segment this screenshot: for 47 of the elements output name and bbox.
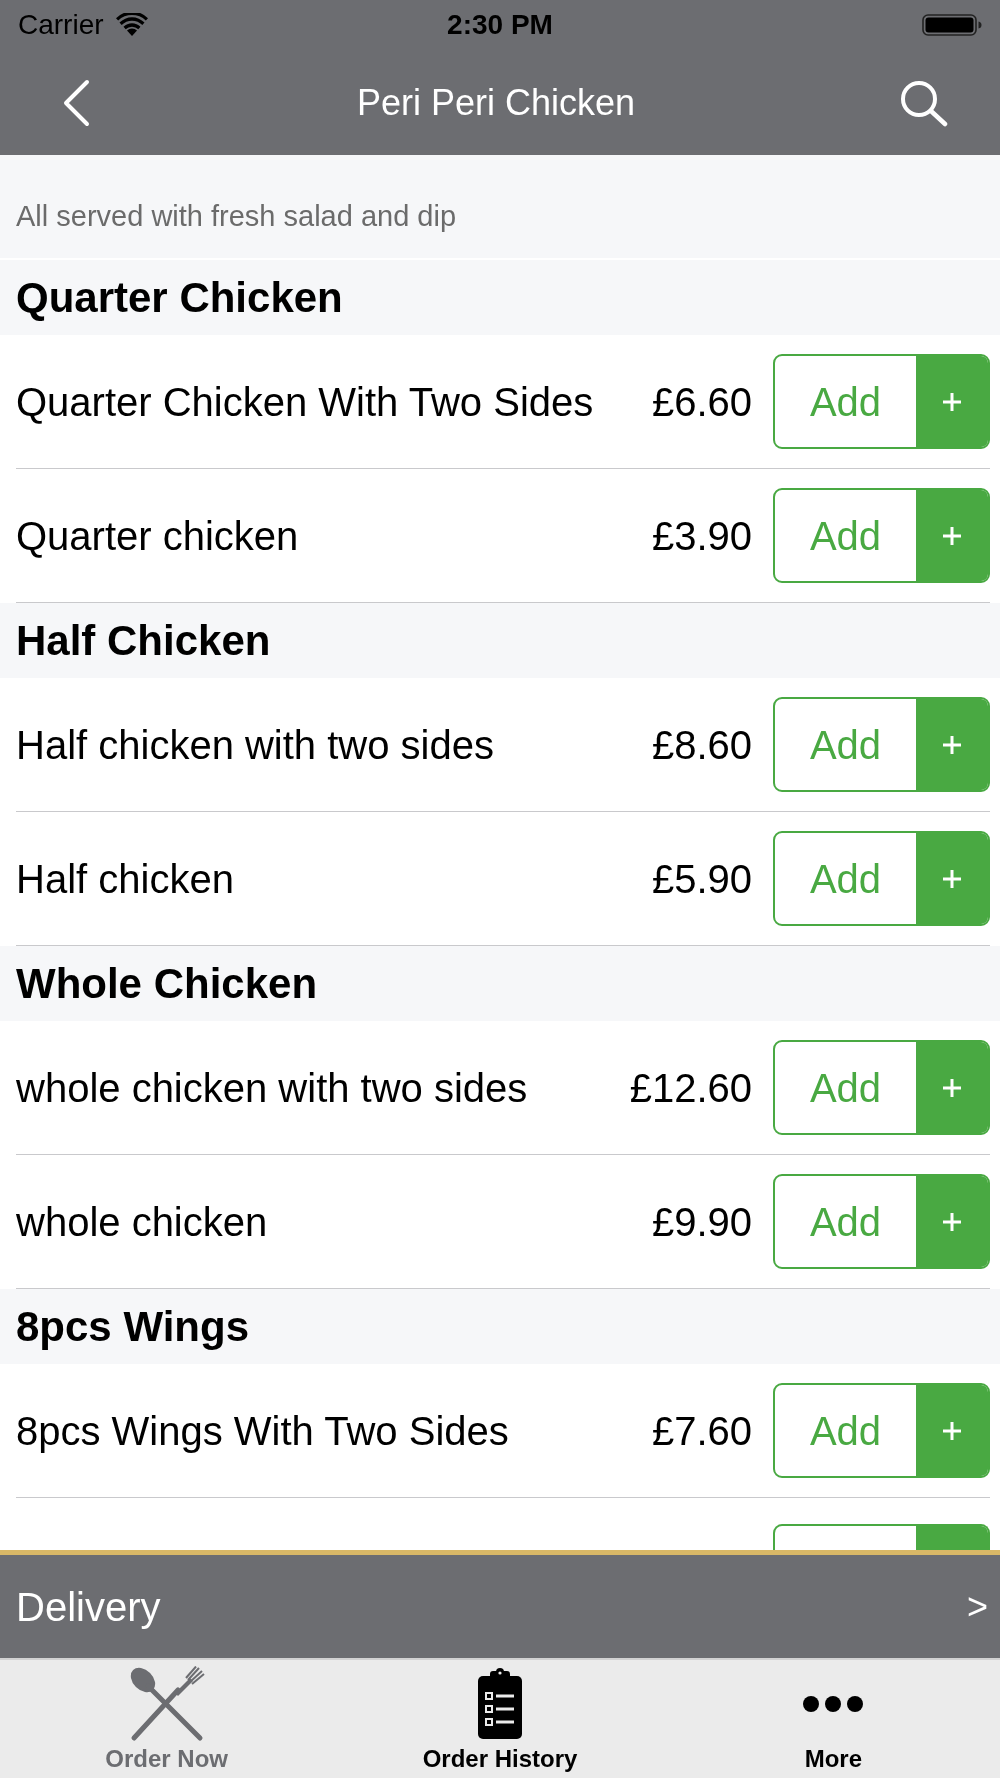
wifi-icon <box>115 13 148 37</box>
tab-bar-item[interactable]: Order Now <box>0 1660 334 1778</box>
item-price: £5.90 <box>651 855 752 903</box>
add-button[interactable]: Add <box>773 488 990 583</box>
battery-icon <box>922 14 982 36</box>
add-button[interactable]: Add <box>773 1383 990 1478</box>
clipboard-list-icon <box>476 1668 524 1740</box>
tab-bar-item[interactable]: More <box>666 1660 1000 1778</box>
add-button[interactable]: Add <box>773 1174 990 1269</box>
item-price: £6.60 <box>651 378 752 426</box>
back-chevron-icon <box>61 78 91 127</box>
item-name: Quarter chicken <box>16 512 300 560</box>
carrier-label: Carrier <box>18 8 104 42</box>
more-dots-icon <box>803 1696 864 1712</box>
item-name: whole chicken <box>16 1198 269 1246</box>
add-button[interactable]: Add <box>773 831 990 926</box>
tab-bar-item[interactable]: Order History <box>333 1660 667 1778</box>
status-time: 2:30 PM <box>447 8 553 42</box>
item-name: Quarter Chicken With Two Sides <box>16 378 595 426</box>
plus-icon <box>942 1420 962 1441</box>
section-heading: 8pcs Wings <box>0 1289 1000 1364</box>
item-price: £12.60 <box>629 1064 752 1112</box>
item-price: £7.60 <box>651 1407 752 1455</box>
plus-icon <box>942 525 962 546</box>
item-name: whole chicken with two sides <box>16 1064 529 1112</box>
menu-description: All served with fresh salad and dip <box>0 155 1000 260</box>
item-name: Half chicken with two sides <box>16 721 495 769</box>
plus-icon <box>942 391 962 412</box>
item-price: £3.90 <box>651 512 752 560</box>
page-title: Peri Peri Chicken <box>356 80 636 125</box>
item-price: £9.90 <box>651 1198 752 1246</box>
item-name: 8pcs Wings With Two Sides <box>16 1407 510 1455</box>
item-price: £8.60 <box>651 721 752 769</box>
section-heading: Half Chicken <box>0 603 1000 678</box>
plus-icon <box>942 734 962 755</box>
add-button[interactable]: Add <box>773 697 990 792</box>
add-button[interactable]: Add <box>773 354 990 449</box>
section-heading: Quarter Chicken <box>0 260 1000 335</box>
delivery-bar[interactable]: Delivery > <box>0 1550 1000 1658</box>
plus-icon <box>942 1211 962 1232</box>
add-button[interactable] <box>773 1524 990 1550</box>
section-heading: Whole Chicken <box>0 946 1000 1021</box>
plus-icon <box>942 1077 962 1098</box>
add-button[interactable]: Add <box>773 1040 990 1135</box>
plus-icon <box>942 868 962 889</box>
search-icon <box>899 78 949 127</box>
item-name: Half chicken <box>16 855 235 903</box>
